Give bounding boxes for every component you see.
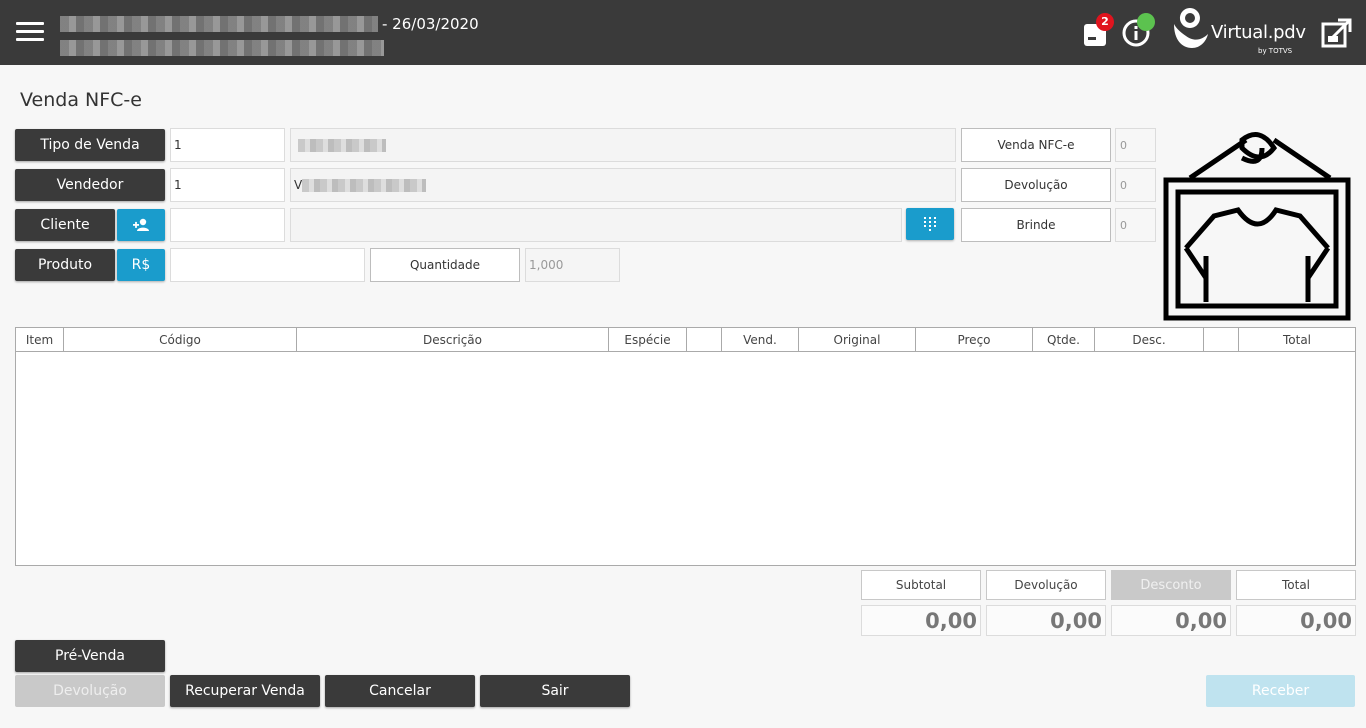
items-table: Item Código Descrição Espécie Vend. Orig… <box>15 327 1356 566</box>
vendedor-button[interactable]: Vendedor <box>15 169 165 201</box>
top-bar: - 26/03/2020 2 Virtual.pdv by TOTVS <box>0 0 1366 65</box>
status-indicator <box>1137 13 1155 31</box>
devolucao-button[interactable]: Devolução <box>15 675 165 707</box>
page-title: Venda NFC-e <box>20 89 142 111</box>
recuperar-venda-button[interactable]: Recuperar Venda <box>170 675 320 707</box>
sair-button[interactable]: Sair <box>480 675 630 707</box>
total-value: 0,00 <box>1236 605 1356 636</box>
redacted-text <box>302 178 427 192</box>
devolucao-total-value: 0,00 <box>986 605 1106 636</box>
col-blank-2[interactable] <box>1204 328 1239 352</box>
produto-input[interactable] <box>170 248 365 282</box>
clothing-store-icon <box>1163 132 1351 321</box>
subtotal-value: 0,00 <box>861 605 981 636</box>
cliente-description <box>290 208 902 242</box>
virtualpdv-logo-icon <box>1174 8 1208 48</box>
cliente-code-input[interactable] <box>170 208 285 242</box>
quantidade-label: Quantidade <box>370 248 520 282</box>
receber-button[interactable]: Receber <box>1206 675 1355 707</box>
keypad-icon <box>924 217 936 231</box>
table-header: Item Código Descrição Espécie Vend. Orig… <box>16 328 1355 352</box>
cliente-button[interactable]: Cliente <box>15 209 115 241</box>
cancelar-button[interactable]: Cancelar <box>325 675 475 707</box>
add-client-button[interactable] <box>117 209 165 241</box>
notification-badge: 2 <box>1096 13 1114 31</box>
produto-button[interactable]: Produto <box>15 249 115 281</box>
devolucao-total-label: Devolução <box>986 570 1106 600</box>
pre-venda-button[interactable]: Pré-Venda <box>15 640 165 672</box>
col-qtde[interactable]: Qtde. <box>1033 328 1095 352</box>
counter-venda-nfce-value: 0 <box>1115 128 1156 162</box>
logo-subtitle: by TOTVS <box>1258 47 1293 55</box>
counter-devolucao-value: 0 <box>1115 168 1156 202</box>
col-preco[interactable]: Preço <box>916 328 1033 352</box>
counter-devolucao-label: Devolução <box>961 168 1111 202</box>
counter-venda-nfce-label: Venda NFC-e <box>961 128 1111 162</box>
col-total[interactable]: Total <box>1239 328 1355 352</box>
col-blank-1[interactable] <box>687 328 722 352</box>
redacted-text <box>298 138 386 152</box>
subtotal-label: Subtotal <box>861 570 981 600</box>
counter-brinde-value: 0 <box>1115 208 1156 242</box>
col-item[interactable]: Item <box>16 328 64 352</box>
exit-icon[interactable] <box>1320 16 1354 50</box>
vendedor-name-prefix: V <box>294 178 303 192</box>
price-button[interactable]: R$ <box>117 249 165 281</box>
col-desc[interactable]: Desc. <box>1095 328 1204 352</box>
col-vend[interactable]: Vend. <box>722 328 799 352</box>
col-descricao[interactable]: Descrição <box>297 328 609 352</box>
store-name-redacted <box>60 16 378 32</box>
quantidade-input[interactable]: 1,000 <box>525 248 620 282</box>
keypad-button[interactable] <box>906 208 954 240</box>
header-date: - 26/03/2020 <box>382 15 479 33</box>
vendedor-description: V <box>290 168 956 202</box>
tipo-venda-description <box>290 128 956 162</box>
logo-text: Virtual.pdv <box>1211 22 1306 43</box>
total-label: Total <box>1236 570 1356 600</box>
col-original[interactable]: Original <box>799 328 916 352</box>
col-codigo[interactable]: Código <box>64 328 297 352</box>
menu-icon[interactable] <box>16 22 44 42</box>
tipo-venda-code-input[interactable]: 1 <box>170 128 285 162</box>
store-address-redacted <box>60 40 384 56</box>
vendedor-code-input[interactable]: 1 <box>170 168 285 202</box>
tipo-venda-button[interactable]: Tipo de Venda <box>15 129 165 161</box>
add-user-icon <box>133 218 149 231</box>
desconto-button[interactable]: Desconto <box>1111 570 1231 600</box>
desconto-value: 0,00 <box>1111 605 1231 636</box>
counter-brinde-label: Brinde <box>961 208 1111 242</box>
col-especie[interactable]: Espécie <box>609 328 687 352</box>
